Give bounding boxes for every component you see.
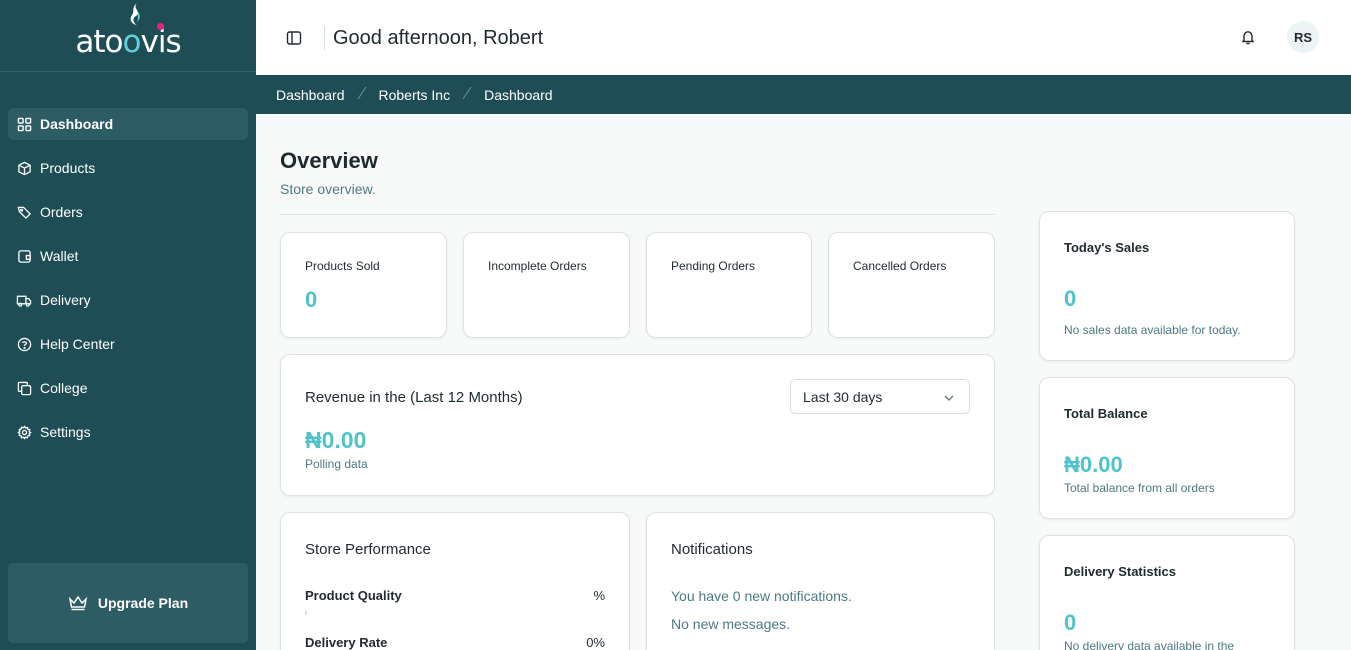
- notification-count-text: You have 0 new notifications.: [671, 588, 852, 604]
- brand-o1: o: [104, 23, 124, 60]
- stat-card-incomplete-orders: Incomplete Orders: [463, 232, 630, 338]
- breadcrumb-separator: [457, 86, 477, 103]
- total-balance-card: Total Balance ₦0.00 Total balance from a…: [1039, 377, 1295, 519]
- revenue-subtext: Polling data: [305, 457, 368, 471]
- stat-label: Incomplete Orders: [488, 259, 587, 273]
- sidebar-item-label: College: [40, 380, 88, 396]
- breadcrumb-item-store[interactable]: Roberts Inc: [379, 87, 451, 103]
- product-quality-bar: [305, 611, 307, 615]
- revenue-card: Revenue in the (Last 12 Months) Last 30 …: [280, 354, 995, 496]
- stat-card-cancelled-orders: Cancelled Orders: [828, 232, 995, 338]
- page-subtitle: Store overview.: [280, 181, 376, 197]
- section-title: Notifications: [671, 541, 753, 558]
- sidebar-nav: Dashboard Products Orders Wallet Deliver…: [8, 108, 248, 460]
- todays-sales-card: Today's Sales 0 No sales data available …: [1039, 211, 1295, 361]
- truck-icon: [16, 292, 32, 308]
- card-title: Delivery Statistics: [1064, 564, 1177, 579]
- wallet-icon: [16, 248, 32, 264]
- sidebar-item-delivery[interactable]: Delivery: [8, 284, 248, 316]
- sidebar-item-dashboard[interactable]: Dashboard: [8, 108, 248, 140]
- stat-card-products-sold: Products Sold 0: [280, 232, 447, 338]
- copy-icon: [16, 380, 32, 396]
- sidebar-item-label: Dashboard: [40, 116, 114, 132]
- card-value: 0: [1064, 610, 1077, 635]
- stat-label: Pending Orders: [671, 259, 756, 273]
- crown-icon: [68, 595, 88, 611]
- store-performance-card: Store Performance Product Quality % Deli…: [280, 512, 630, 650]
- help-circle-icon: [16, 336, 32, 352]
- section-title: Store Performance: [305, 541, 431, 558]
- logo-dot: [157, 22, 165, 30]
- sidebar-toggle-icon[interactable]: [284, 28, 304, 48]
- breadcrumb-item-current: Dashboard: [484, 86, 553, 103]
- brand-name-part1: at: [75, 23, 105, 60]
- gear-icon: [16, 424, 32, 440]
- sidebar-item-label: Products: [40, 160, 96, 176]
- sidebar-item-products[interactable]: Products: [8, 152, 248, 184]
- card-subtext: Total balance from all orders: [1064, 481, 1215, 495]
- breadcrumb: Dashboard Roberts Inc Dashboard: [256, 75, 1351, 114]
- product-quality-label: Product Quality: [305, 588, 402, 603]
- sidebar-item-label: Settings: [40, 424, 91, 440]
- sidebar-item-orders[interactable]: Orders: [8, 196, 248, 228]
- sidebar-item-college[interactable]: College: [8, 372, 248, 404]
- sidebar-item-label: Wallet: [40, 248, 79, 264]
- delivery-rate-label: Delivery Rate: [305, 635, 388, 650]
- flame-icon: [131, 2, 141, 25]
- breadcrumb-separator: [352, 86, 372, 103]
- greeting-text: Good afternoon, Robert: [333, 27, 544, 49]
- card-subtext: No sales data available for today.: [1064, 323, 1241, 337]
- header-divider: [324, 26, 325, 50]
- stat-value: 0: [305, 287, 318, 312]
- upgrade-plan-label: Upgrade Plan: [97, 595, 189, 611]
- bell-icon[interactable]: [1238, 27, 1258, 47]
- card-title: Total Balance: [1064, 406, 1148, 421]
- card-value: ₦0.00: [1064, 452, 1123, 477]
- stat-card-pending-orders: Pending Orders: [646, 232, 812, 338]
- sidebar-item-settings[interactable]: Settings: [8, 416, 248, 448]
- divider: [280, 214, 995, 215]
- product-quality-value: %: [593, 588, 605, 603]
- stat-label: Products Sold: [305, 259, 380, 273]
- sidebar-item-label: Delivery: [40, 292, 91, 308]
- card-value: 0: [1064, 286, 1077, 311]
- brand-o2: o: [122, 23, 142, 60]
- box-icon: [16, 160, 32, 176]
- period-select-value: Last 30 days: [803, 388, 883, 405]
- sidebar: atoovis Dashboard Products Orders Wallet…: [0, 0, 256, 650]
- card-title: Today's Sales: [1064, 240, 1150, 255]
- delivery-statistics-card: Delivery Statistics 0 No delivery data a…: [1039, 535, 1295, 650]
- top-header: Good afternoon, Robert RS: [256, 0, 1351, 75]
- tag-icon: [16, 204, 32, 220]
- notifications-card: Notifications You have 0 new notificatio…: [646, 512, 995, 650]
- brand-logo[interactable]: atoovis: [75, 2, 182, 60]
- sidebar-item-label: Orders: [40, 204, 83, 220]
- sidebar-item-help-center[interactable]: Help Center: [8, 328, 248, 360]
- revenue-label: Revenue in the (Last 12 Months): [305, 389, 523, 406]
- breadcrumb-item-dashboard[interactable]: Dashboard: [276, 87, 345, 103]
- sidebar-item-label: Help Center: [40, 336, 115, 352]
- stat-label: Cancelled Orders: [853, 259, 947, 273]
- sidebar-item-wallet[interactable]: Wallet: [8, 240, 248, 272]
- revenue-amount: ₦0.00: [305, 427, 367, 453]
- upgrade-plan-button[interactable]: Upgrade Plan: [8, 563, 248, 643]
- logo-area: atoovis: [0, 0, 256, 72]
- page-title: Overview: [280, 148, 378, 173]
- grid-icon: [16, 116, 32, 132]
- delivery-rate-value: 0%: [586, 635, 605, 650]
- card-subtext: No delivery data available in the: [1064, 639, 1235, 650]
- messages-text: No new messages.: [671, 616, 791, 632]
- avatar[interactable]: RS: [1287, 21, 1319, 53]
- chevron-down-icon: [943, 392, 955, 404]
- period-select[interactable]: Last 30 days: [790, 379, 970, 414]
